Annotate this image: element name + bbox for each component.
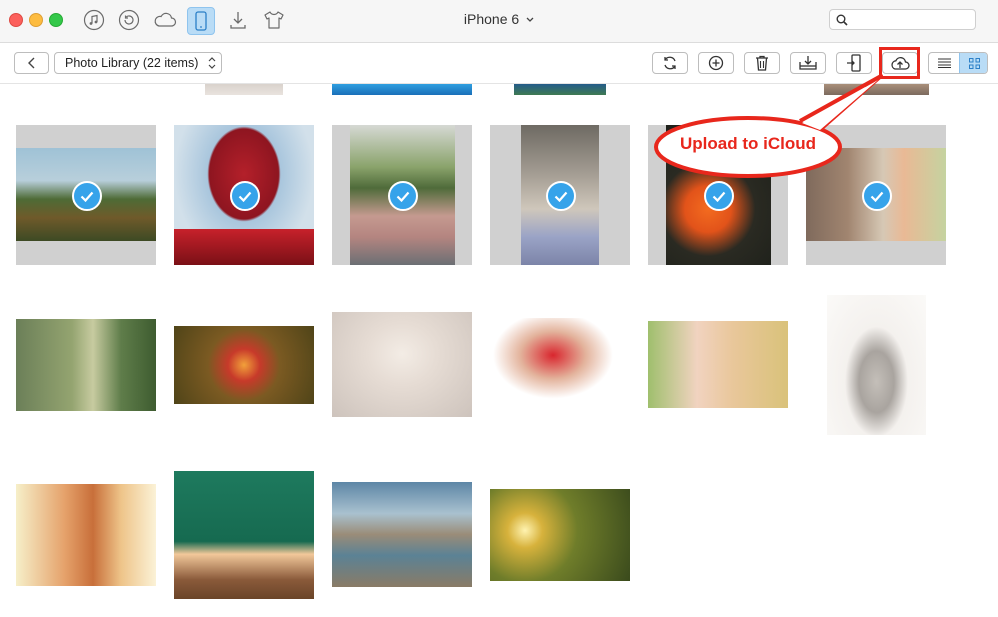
callout-label: Upload to iCloud	[680, 134, 816, 153]
checkmark-icon	[704, 181, 734, 211]
photo-thumbnail[interactable]	[16, 484, 156, 586]
updown-chevron-icon	[208, 57, 216, 69]
add-button[interactable]	[698, 52, 734, 74]
trash-icon	[756, 55, 768, 71]
photo-thumbnail[interactable]	[490, 489, 630, 581]
photo-grid	[0, 84, 998, 617]
search-input[interactable]	[852, 12, 974, 29]
checkmark-icon	[862, 181, 892, 211]
photo-thumbnail[interactable]	[174, 471, 314, 599]
photo-thumbnail[interactable]	[824, 84, 929, 95]
list-icon	[937, 58, 951, 68]
back-button[interactable]	[14, 52, 49, 74]
delete-button[interactable]	[744, 52, 780, 74]
photo-thumbnail[interactable]	[332, 312, 472, 417]
checkmark-icon	[546, 181, 576, 211]
refresh-icon	[664, 56, 676, 70]
photo-thumbnail[interactable]	[648, 321, 788, 408]
chevron-down-icon	[526, 17, 534, 23]
photo-thumbnail[interactable]	[514, 84, 606, 95]
upload-button-highlight	[879, 47, 920, 79]
photo-thumbnail-ground	[174, 229, 314, 265]
grid-view-button[interactable]	[959, 53, 987, 73]
photo-thumbnail[interactable]	[205, 84, 283, 95]
photo-thumbnail[interactable]	[332, 482, 472, 587]
checkmark-icon	[388, 181, 418, 211]
title-bar: iPhone 6	[0, 0, 998, 43]
chevron-left-icon	[27, 57, 34, 69]
search-box[interactable]	[829, 9, 976, 30]
export-to-computer-button[interactable]	[790, 52, 826, 74]
send-to-device-icon	[847, 54, 861, 72]
photo-thumbnail[interactable]	[16, 319, 156, 411]
library-selector-label: Photo Library (22 items)	[65, 56, 199, 70]
list-view-button[interactable]	[929, 53, 959, 73]
library-selector[interactable]: Photo Library (22 items)	[54, 52, 222, 74]
toolbar: Photo Library (22 items)	[0, 43, 998, 84]
photo-thumbnail[interactable]	[827, 295, 926, 435]
plus-circle-icon	[708, 55, 724, 71]
checkmark-icon	[72, 181, 102, 211]
view-mode-toggle	[928, 52, 988, 74]
search-icon	[836, 14, 848, 26]
photo-thumbnail[interactable]	[332, 84, 472, 95]
photo-thumbnail[interactable]	[490, 318, 630, 411]
checkmark-icon	[230, 181, 260, 211]
send-to-device-button[interactable]	[836, 52, 872, 74]
device-name: iPhone 6	[463, 11, 520, 27]
export-to-computer-icon	[799, 56, 817, 70]
refresh-button[interactable]	[652, 52, 688, 74]
photo-thumbnail[interactable]	[174, 326, 314, 404]
grid-icon	[968, 57, 980, 69]
